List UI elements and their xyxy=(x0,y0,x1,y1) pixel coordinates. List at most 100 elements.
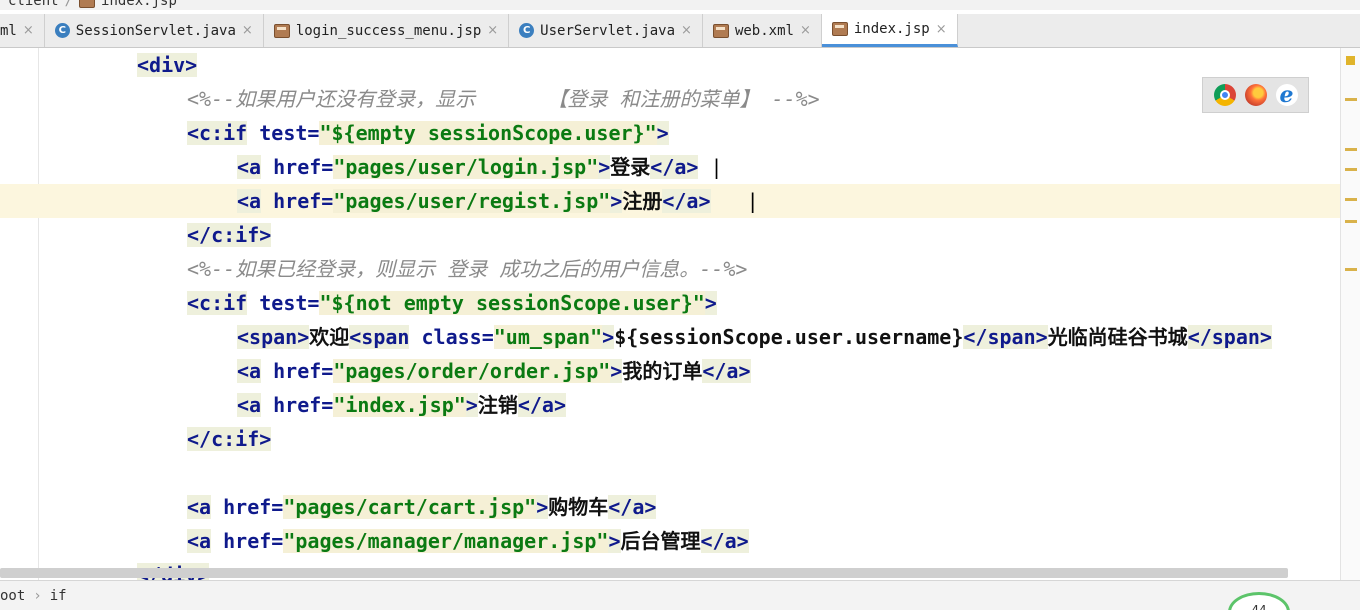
xml-file-icon xyxy=(712,23,729,38)
code-token: 欢迎 xyxy=(309,325,350,349)
stripe-marker[interactable] xyxy=(1345,98,1357,101)
code-token: href= xyxy=(261,189,334,213)
jsp-file-icon xyxy=(831,22,848,36)
stripe-marker[interactable] xyxy=(1345,220,1357,223)
code-token: 光临尚硅谷书城 xyxy=(1047,325,1188,349)
code-token: > xyxy=(602,325,615,349)
close-icon[interactable]: × xyxy=(242,23,253,38)
code-token: 购物车 xyxy=(548,495,609,519)
code-line: <a href="index.jsp">注销</a> xyxy=(0,388,1340,422)
code-token: 注销 xyxy=(477,393,518,417)
close-icon[interactable]: × xyxy=(936,22,947,37)
code-token: href= xyxy=(261,393,334,417)
tab-label: login_success_menu.jsp xyxy=(295,22,482,39)
code-line-current: <a href="pages/user/regist.jsp">注册</a> | xyxy=(0,184,1340,218)
code-token: class= xyxy=(409,325,494,349)
code-token: <a xyxy=(187,495,212,519)
stripe-marker[interactable] xyxy=(1345,168,1357,171)
java-class-icon: C xyxy=(519,23,535,38)
code-token: "index.jsp" xyxy=(333,393,466,417)
breadcrumb-item-root[interactable]: oot xyxy=(0,588,25,604)
code-token: </a> xyxy=(662,189,711,213)
code-token: </a> xyxy=(517,393,567,417)
code-line: <a href="pages/order/order.jsp">我的订单</a> xyxy=(0,354,1340,388)
code-token: "um_span" xyxy=(493,325,603,349)
close-icon[interactable]: × xyxy=(23,23,34,38)
breadcrumb-item-if[interactable]: if xyxy=(50,588,67,604)
stripe-marker[interactable] xyxy=(1345,268,1357,271)
tab-label: SessionServlet.java xyxy=(75,22,236,39)
structure-breadcrumb-bar: oot › if xyxy=(0,580,1360,610)
code-token: 注册 xyxy=(622,189,663,213)
code-token: </a> xyxy=(702,359,751,383)
code-line: <a href="pages/user/login.jsp">登录</a> | xyxy=(0,150,1340,184)
code-token: href= xyxy=(211,529,284,553)
code-token: <c:if xyxy=(187,291,248,315)
code-token: > xyxy=(610,359,623,383)
code-token: href= xyxy=(211,495,284,519)
tab-label: ml xyxy=(0,22,17,39)
code-comment: <%--如果用户还没有登录，显示 【登录 和注册的菜单】 --%> xyxy=(187,87,820,111)
firefox-icon[interactable] xyxy=(1244,84,1267,106)
code-token: <a xyxy=(187,529,212,553)
code-editor[interactable]: <div> <%--如果用户还没有登录，显示 【登录 和注册的菜单】 --%> … xyxy=(0,48,1340,580)
code-token: > xyxy=(610,189,623,213)
text-cursor: | xyxy=(710,189,759,213)
ie-icon[interactable]: e xyxy=(1275,84,1298,106)
horizontal-scrollbar[interactable] xyxy=(0,568,1288,578)
close-icon[interactable]: × xyxy=(487,23,498,38)
stripe-marker[interactable] xyxy=(1345,198,1357,201)
tab-web-xml[interactable]: web.xml × xyxy=(702,14,822,47)
browser-preview-popup: e xyxy=(1202,77,1309,113)
tab-userservlet[interactable]: C UserServlet.java × xyxy=(509,14,703,47)
breadcrumb: client / index.jsp xyxy=(0,0,1360,10)
inspection-status-icon[interactable] xyxy=(1346,56,1355,65)
breadcrumb-item-client[interactable]: client xyxy=(8,0,59,9)
code-token: </a> xyxy=(608,495,657,519)
code-token: </c:if> xyxy=(187,223,272,247)
code-token: 我的订单 xyxy=(622,359,703,383)
breadcrumb-item-file[interactable]: index.jsp xyxy=(101,0,177,9)
jsp-file-icon xyxy=(79,0,96,8)
code-token: </span> xyxy=(1187,325,1272,349)
code-token: > xyxy=(656,121,669,145)
tab-xml[interactable]: ml × xyxy=(0,14,45,47)
code-line: </c:if> xyxy=(0,422,1340,456)
code-token: <c:if xyxy=(187,121,248,145)
code-token: "pages/order/order.jsp" xyxy=(333,359,611,383)
breadcrumb-separator: / xyxy=(64,0,74,9)
code-token: "pages/manager/manager.jsp" xyxy=(283,529,609,553)
code-comment: <%--如果已经登录，则显示 登录 成功之后的用户信息。--%> xyxy=(187,257,748,281)
tab-sessionservlet[interactable]: C SessionServlet.java × xyxy=(44,14,264,47)
code-token: ${sessionScope.user.username} xyxy=(614,325,964,349)
code-token: > xyxy=(465,393,478,417)
code-line: <c:if test="${not empty sessionScope.use… xyxy=(0,286,1340,320)
code-token: "pages/user/login.jsp" xyxy=(333,155,599,179)
code-token: </a> xyxy=(700,529,749,553)
tab-label: index.jsp xyxy=(853,21,930,37)
code-token: "${empty sessionScope.user}" xyxy=(319,121,657,145)
breadcrumb-separator: › xyxy=(33,587,42,604)
code-token: href= xyxy=(261,359,334,383)
code-token: > xyxy=(704,291,717,315)
tab-label: UserServlet.java xyxy=(540,22,676,39)
code-line: <span>欢迎<span class="um_span">${sessionS… xyxy=(0,320,1340,354)
jsp-file-icon xyxy=(273,23,290,38)
code-token: test= xyxy=(247,121,320,145)
editor-tab-bar: ml × C SessionServlet.java × login_succe… xyxy=(0,14,1360,48)
stripe-marker[interactable] xyxy=(1345,148,1357,151)
code-token: </c:if> xyxy=(187,427,272,451)
chrome-icon[interactable] xyxy=(1213,84,1236,106)
code-token: "${not empty sessionScope.user}" xyxy=(319,291,705,315)
close-icon[interactable]: × xyxy=(800,23,811,38)
error-stripe[interactable] xyxy=(1340,48,1360,580)
code-token: > xyxy=(608,529,621,553)
code-token: 登录 xyxy=(610,155,651,179)
code-token: <a xyxy=(237,189,262,213)
code-line: </c:if> xyxy=(0,218,1340,252)
code-token: <span xyxy=(349,325,410,349)
tab-login-success-menu[interactable]: login_success_menu.jsp × xyxy=(263,14,510,47)
tab-index-jsp[interactable]: index.jsp × xyxy=(821,14,958,47)
close-icon[interactable]: × xyxy=(681,23,692,38)
code-line: <%--如果已经登录，则显示 登录 成功之后的用户信息。--%> xyxy=(0,252,1340,286)
